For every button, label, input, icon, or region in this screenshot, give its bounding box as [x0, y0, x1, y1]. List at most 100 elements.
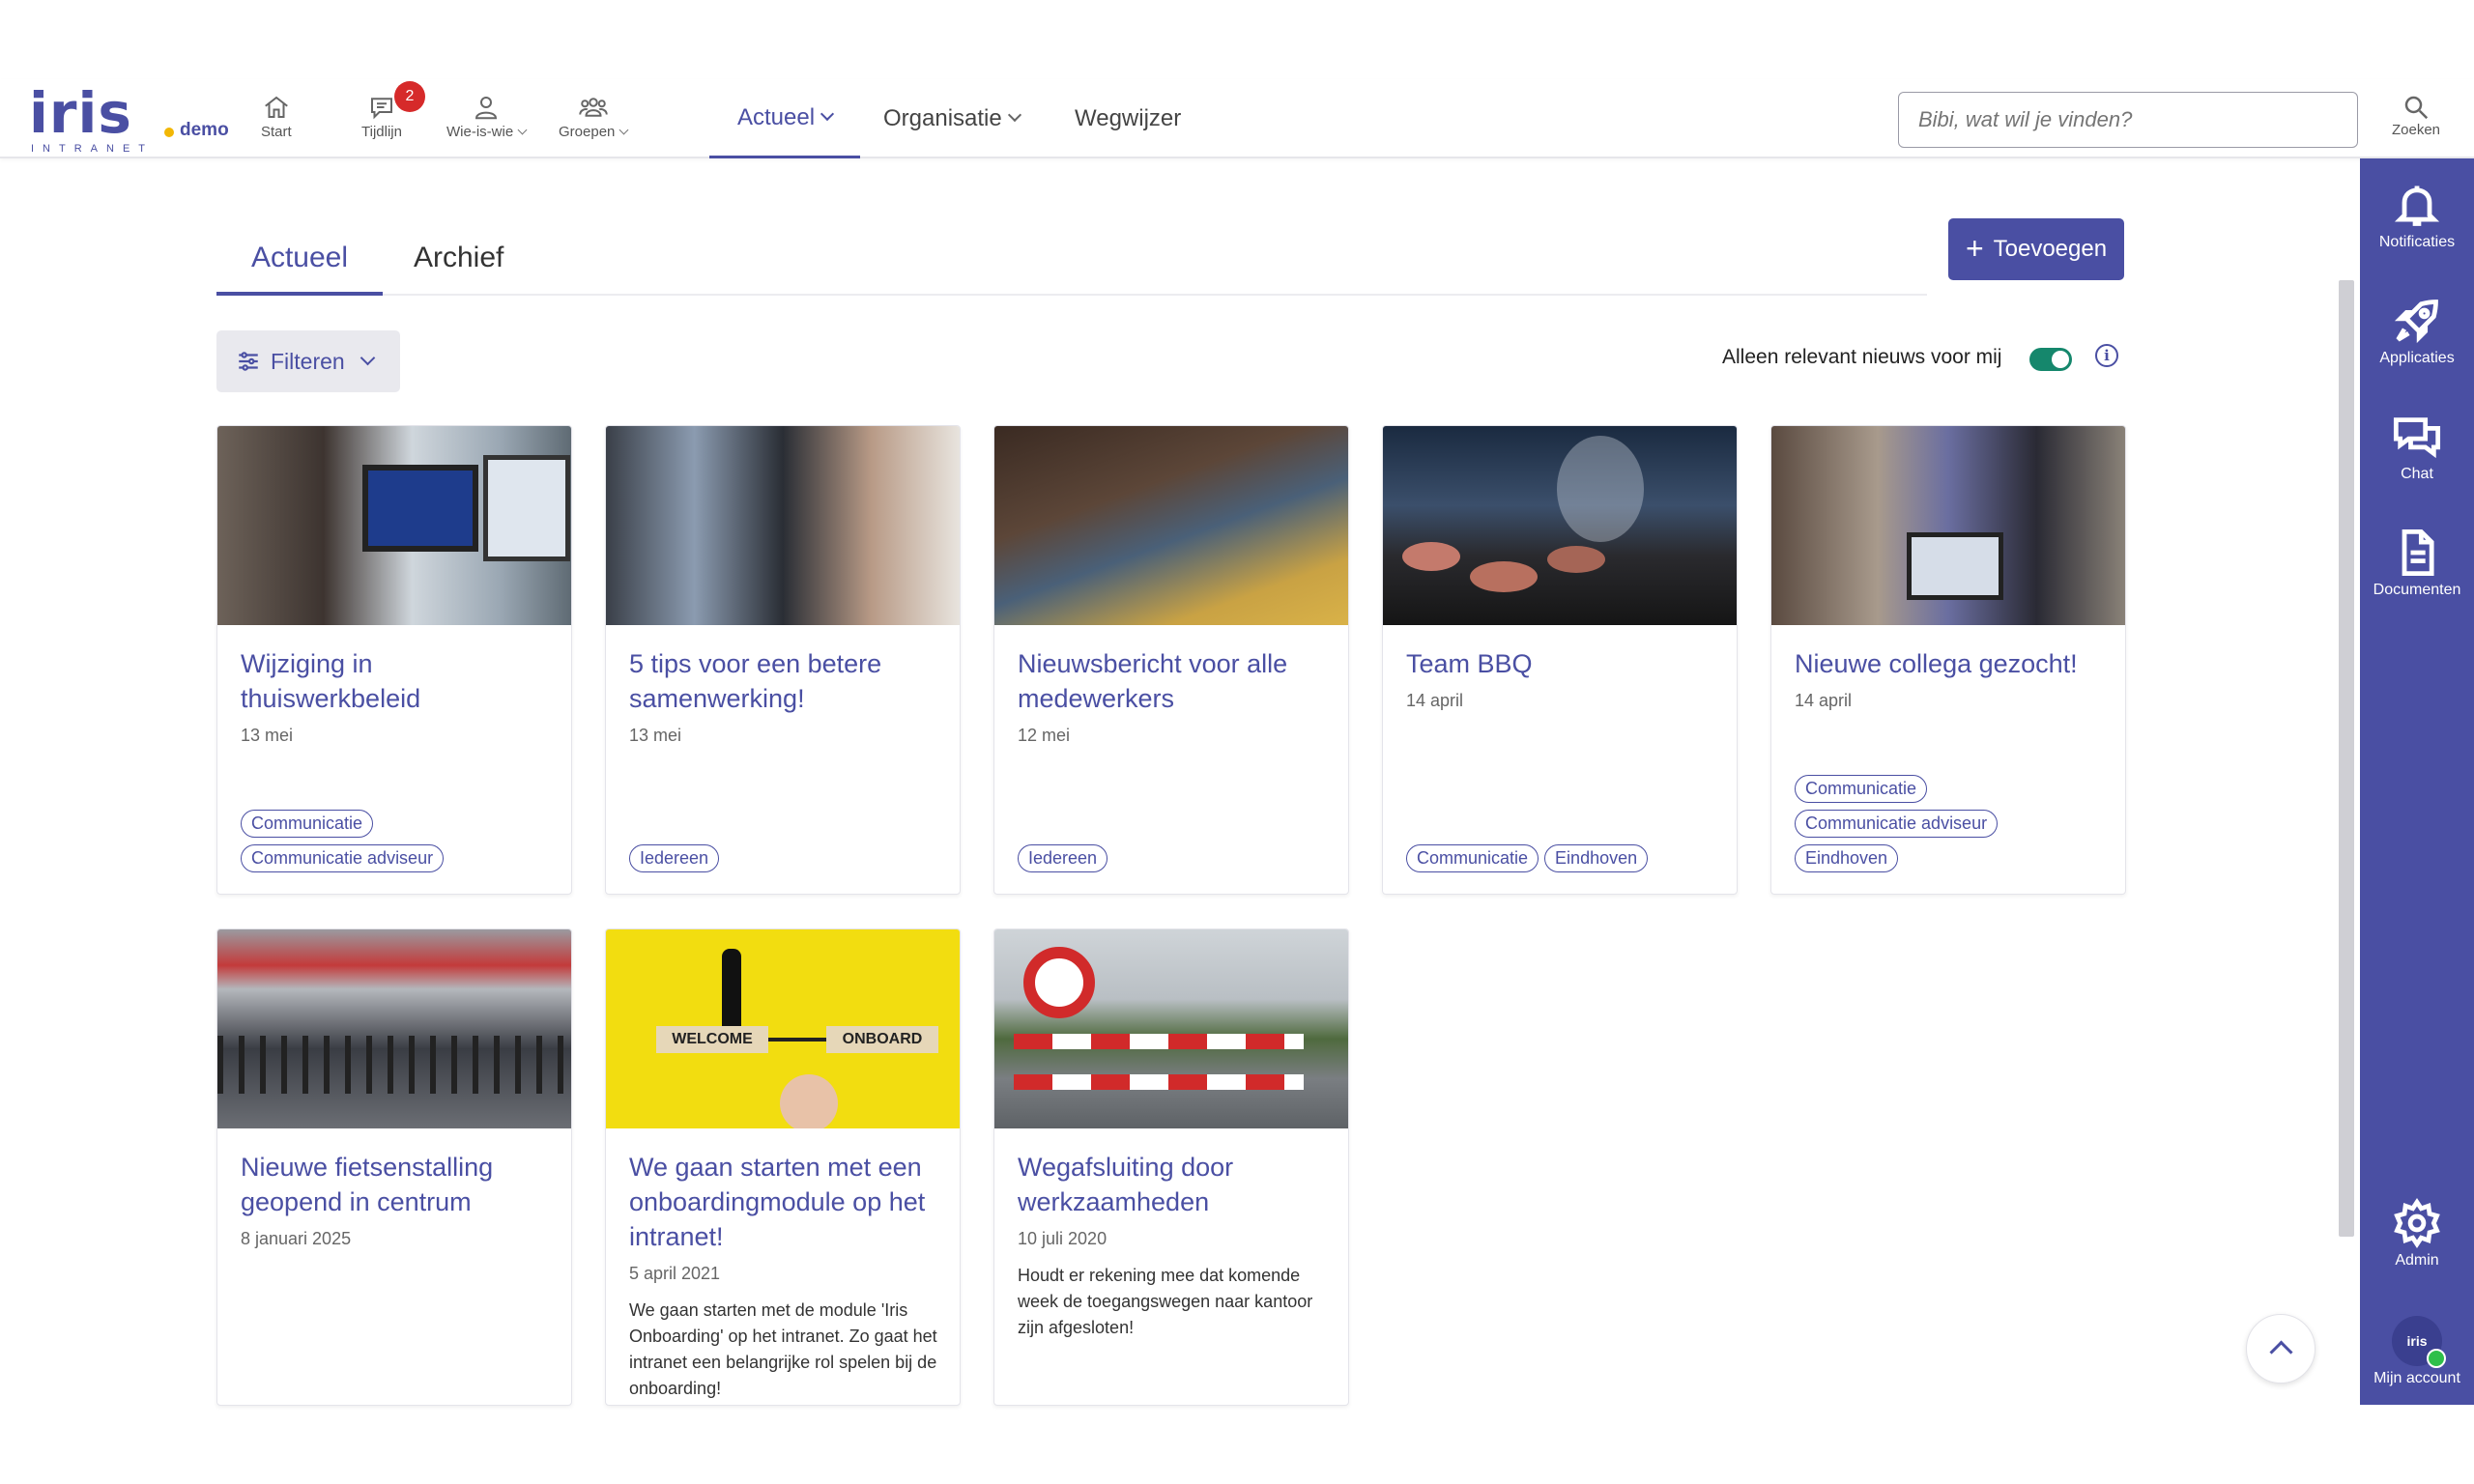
nav-start-label: Start: [261, 124, 292, 140]
smoke-shape: [1557, 436, 1644, 542]
tag[interactable]: Communicatie: [1795, 775, 1928, 803]
card-tags: Communicatie Eindhoven: [1406, 844, 1725, 872]
document-icon: [2402, 528, 2434, 577]
card-image: [1771, 426, 2125, 625]
laptop-screen-shape: [1907, 532, 2003, 600]
tab-actueel[interactable]: Actueel: [216, 230, 383, 296]
sidebar-item-applicaties[interactable]: Applicaties: [2360, 296, 2474, 367]
laptop-screen-shape: [362, 465, 478, 552]
tag[interactable]: Communicatie adviseur: [1795, 810, 1999, 838]
iris-logo[interactable]: Iris demo INTRANET: [29, 81, 229, 155]
mainnav-organisatie-label: Organisatie: [883, 105, 1002, 131]
bridge-line: [768, 1038, 826, 1042]
nav-groepen-label: Groepen: [559, 124, 616, 140]
sidebar-label: Admin: [2395, 1252, 2439, 1269]
tag[interactable]: Eindhoven: [1795, 844, 1899, 872]
person-icon: [475, 97, 498, 120]
card-image: [1383, 426, 1737, 625]
nav-tijdlijn-label: Tijdlijn: [361, 124, 402, 140]
burger-shape: [1470, 561, 1538, 592]
avatar: Iris: [2392, 1316, 2446, 1368]
add-button-label: Toevoegen: [1993, 236, 2108, 262]
nav-groepen-label-wrap: Groepen: [559, 124, 629, 140]
info-icon[interactable]: i: [2095, 344, 2118, 367]
logo-dot: [164, 128, 174, 137]
mainnav-actueel[interactable]: Actueel: [709, 79, 860, 158]
card-date: 10 juli 2020: [1018, 1229, 1108, 1248]
mainnav-wegwijzer[interactable]: Wegwijzer: [1075, 79, 1181, 158]
scrollbar[interactable]: [2339, 280, 2354, 1237]
sidebar-label: Mijn account: [2373, 1370, 2460, 1386]
nav-tijdlijn[interactable]: 2 Tijdlijn: [361, 81, 425, 140]
nav-groepen[interactable]: Groepen: [559, 93, 629, 140]
card-title: Nieuwsbericht voor alle medewerkers: [1018, 649, 1288, 713]
search-button[interactable]: Zoeken: [2387, 93, 2445, 138]
chevron-down-icon: [1007, 107, 1021, 123]
hand-shape: [780, 1074, 838, 1128]
chat-bubble-icon: [370, 98, 392, 120]
mainnav-actueel-label: Actueel: [736, 103, 816, 130]
filter-button[interactable]: Filteren: [216, 330, 400, 392]
road-closed-sign: [1023, 947, 1095, 1018]
online-status-dot: [2427, 1349, 2446, 1368]
card-tags: Iedereen: [1018, 844, 1337, 872]
filter-label: Filteren: [271, 348, 345, 374]
tag[interactable]: Communicatie adviseur: [241, 844, 445, 872]
news-card[interactable]: Nieuwe fietsenstalling geopend in centru…: [216, 928, 572, 1406]
news-card[interactable]: 5 tips voor een betere samenwerking! 13 …: [605, 425, 961, 895]
add-button[interactable]: + Toevoegen: [1948, 218, 2124, 280]
search-icon: [2404, 96, 2429, 120]
card-title: We gaan starten met een onboardingmodule…: [629, 1153, 926, 1251]
sidebar-item-documenten[interactable]: Documenten: [2360, 528, 2474, 599]
chevron-down-icon: [820, 106, 835, 121]
card-image: [994, 426, 1348, 625]
avatar-text: Iris: [2406, 1333, 2428, 1349]
card-title: Team BBQ: [1406, 649, 1533, 678]
right-sidebar: Notificaties Applicaties Chat Documenten…: [2360, 158, 2474, 1405]
tag[interactable]: Eindhoven: [1544, 844, 1649, 872]
search-input[interactable]: [1898, 92, 2358, 148]
barrier-shape: [1014, 1074, 1304, 1090]
welcome-block: WELCOME: [656, 1026, 768, 1053]
home-icon: [264, 96, 288, 118]
tab-archief[interactable]: Archief: [414, 230, 503, 296]
chat-icon: [2393, 417, 2441, 459]
sidebar-item-chat[interactable]: Chat: [2360, 412, 2474, 483]
news-card[interactable]: Wijziging in thuiswerkbeleid 13 mei Comm…: [216, 425, 572, 895]
card-description: We gaan starten met de module 'Iris Onbo…: [629, 1300, 937, 1398]
sidebar-item-notificaties[interactable]: Notificaties: [2360, 180, 2474, 251]
relevant-toggle-label: Alleen relevant nieuws voor mij: [1722, 346, 2002, 368]
scroll-to-top-button[interactable]: [2246, 1314, 2316, 1384]
nav-start[interactable]: Start: [261, 93, 292, 140]
notification-badge: 2: [394, 81, 425, 112]
nav-wie-is-wie[interactable]: Wie-is-wie: [446, 93, 528, 140]
top-bar: Iris demo INTRANET Start 2 Tijdlijn Wie-…: [0, 79, 2474, 158]
card-title: 5 tips voor een betere samenwerking!: [629, 649, 882, 713]
chevron-down-icon: [618, 125, 629, 135]
card-date: 8 januari 2025: [241, 1229, 352, 1248]
news-card[interactable]: Wegafsluiting door werkzaamheden 10 juli…: [993, 928, 1349, 1406]
news-card[interactable]: Nieuwe collega gezocht! 14 april Communi…: [1770, 425, 2126, 895]
sidebar-item-admin[interactable]: Admin: [2360, 1198, 2474, 1270]
card-date: 13 mei: [241, 726, 294, 745]
card-image: [994, 929, 1348, 1128]
tag[interactable]: Communicatie: [1406, 844, 1539, 872]
tag[interactable]: Iedereen: [1018, 844, 1108, 872]
card-description: Houdt er rekening mee dat komende week d…: [1018, 1266, 1313, 1337]
onboard-block: ONBOARD: [826, 1026, 938, 1053]
news-card[interactable]: Team BBQ 14 april Communicatie Eindhoven: [1382, 425, 1738, 895]
relevant-toggle[interactable]: [2029, 348, 2072, 371]
mainnav-organisatie[interactable]: Organisatie: [883, 79, 1021, 158]
news-card[interactable]: Nieuwsbericht voor alle medewerkers 12 m…: [993, 425, 1349, 895]
rocket-icon: [2394, 300, 2438, 344]
card-image: [217, 426, 571, 625]
group-icon: [578, 98, 608, 117]
nav-wie-is-wie-label-wrap: Wie-is-wie: [446, 124, 528, 140]
sidebar-label: Chat: [2401, 466, 2433, 482]
news-card[interactable]: WELCOME ONBOARD We gaan starten met een …: [605, 928, 961, 1406]
sidebar-item-mijn-account[interactable]: Iris Mijn account: [2360, 1316, 2474, 1387]
chevron-down-icon: [360, 350, 375, 365]
tag[interactable]: Iedereen: [629, 844, 720, 872]
tag[interactable]: Communicatie: [241, 810, 374, 838]
card-title: Wegafsluiting door werkzaamheden: [1018, 1153, 1234, 1216]
